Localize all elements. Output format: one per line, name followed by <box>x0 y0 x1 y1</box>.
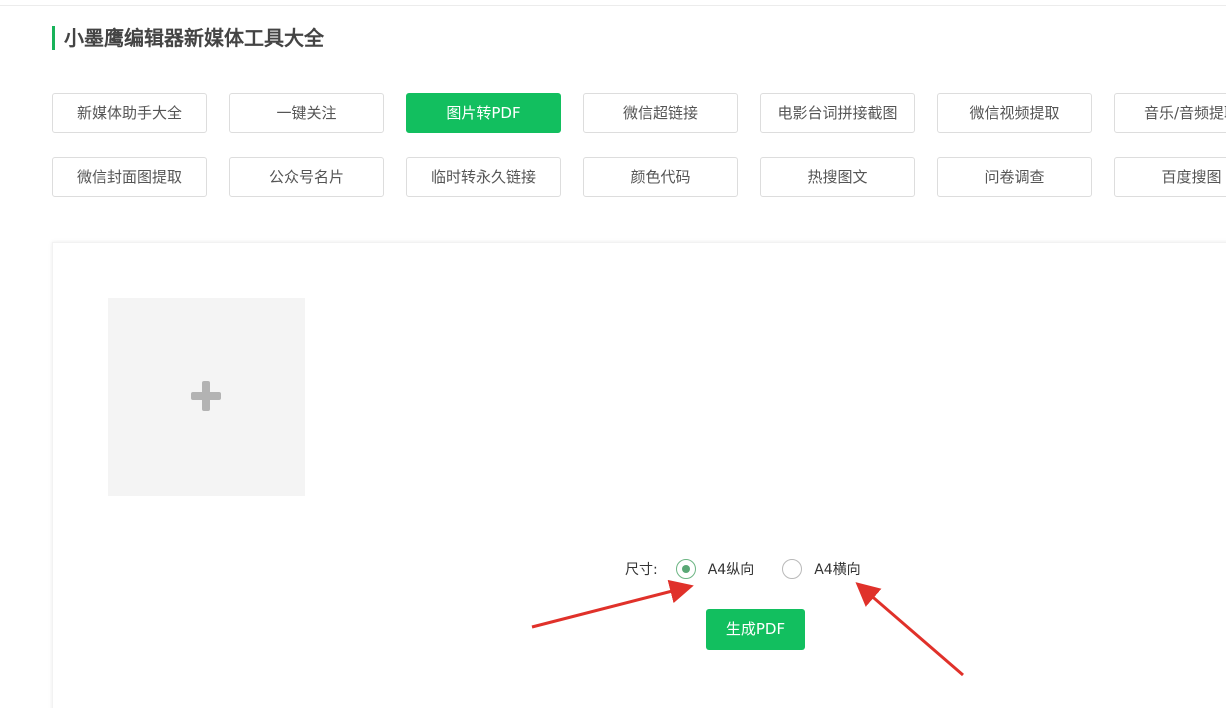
tool-button-survey[interactable]: 问卷调查 <box>937 157 1092 197</box>
radio-label-a4-portrait: A4纵向 <box>707 562 755 578</box>
tool-button-wechat-hyperlink[interactable]: 微信超链接 <box>583 93 738 133</box>
tool-button-wechat-video-extract[interactable]: 微信视频提取 <box>937 93 1092 133</box>
tool-button-audio-extract[interactable]: 音乐/音频提取 <box>1114 93 1226 133</box>
radio-unchecked-icon[interactable] <box>782 559 803 579</box>
radio-a4-portrait[interactable]: A4纵向 <box>675 559 755 579</box>
tool-row-1: 新媒体助手大全 一键关注 图片转PDF 微信超链接 电影台词拼接截图 微信视频提… <box>52 93 1226 133</box>
radio-checked-icon[interactable] <box>675 559 696 579</box>
size-label: 尺寸: <box>625 562 658 578</box>
tool-button-movie-caption-collage[interactable]: 电影台词拼接截图 <box>760 93 915 133</box>
tool-button-account-card[interactable]: 公众号名片 <box>229 157 384 197</box>
image-upload-box[interactable] <box>108 298 305 496</box>
page: 小墨鹰编辑器新媒体工具大全 新媒体助手大全 一键关注 图片转PDF 微信超链接 … <box>0 0 1226 708</box>
converter-panel: 尺寸: A4纵向 A4横向 生成PDF <box>52 242 1226 708</box>
tool-button-one-click-follow[interactable]: 一键关注 <box>229 93 384 133</box>
tool-button-image-to-pdf[interactable]: 图片转PDF <box>406 93 561 133</box>
radio-label-a4-landscape: A4横向 <box>814 562 861 578</box>
tool-row-2: 微信封面图提取 公众号名片 临时转永久链接 颜色代码 热搜图文 问卷调查 百度搜… <box>52 157 1226 197</box>
tool-button-wechat-cover-extract[interactable]: 微信封面图提取 <box>52 157 207 197</box>
tool-button-new-media-assistant[interactable]: 新媒体助手大全 <box>52 93 207 133</box>
top-divider <box>0 5 1226 6</box>
tool-button-baidu-image-search[interactable]: 百度搜图 <box>1114 157 1226 197</box>
tool-button-color-code[interactable]: 颜色代码 <box>583 157 738 197</box>
radio-a4-landscape[interactable]: A4横向 <box>782 559 861 579</box>
plus-icon <box>191 381 221 411</box>
tool-button-trending-posts[interactable]: 热搜图文 <box>760 157 915 197</box>
size-option-group: 尺寸: A4纵向 A4横向 <box>625 557 861 581</box>
page-title: 小墨鹰编辑器新媒体工具大全 <box>52 26 324 50</box>
generate-pdf-button[interactable]: 生成PDF <box>706 609 805 650</box>
tool-button-temp-to-permanent-link[interactable]: 临时转永久链接 <box>406 157 561 197</box>
